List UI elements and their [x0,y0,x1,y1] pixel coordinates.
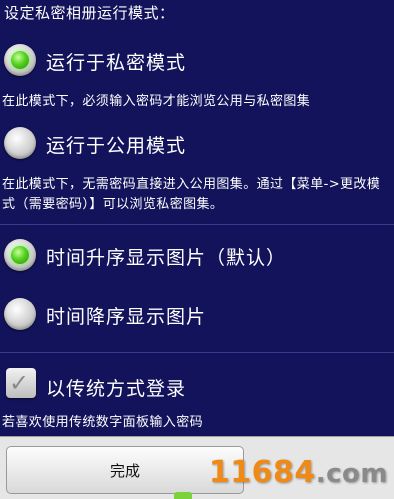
option-label: 运行于私密模式 [46,52,187,74]
checkbox-traditional-login[interactable]: ✓ 以传统方式登录 [0,364,394,408]
settings-screen: 设定私密相册运行模式： 运行于私密模式 在此模式下，必须输入密码才能浏览公用与私… [0,0,394,499]
public-mode-description: 在此模式下，无需密码直接进入公用图集。通过【菜单->更改模式（需要密码）】可以浏… [2,177,381,212]
bottom-accent-indicator [174,492,192,499]
checkbox-hint: 若喜欢使用传统数字面板输入密码 [2,415,204,430]
option-sort-ascending[interactable]: 时间升序显示图片（默认） [0,233,394,277]
radio-button-on-icon[interactable] [4,44,36,76]
option-label: 时间升序显示图片（默认） [46,247,287,269]
checkbox-label: 以传统方式登录 [46,378,187,400]
divider [0,224,394,225]
radio-button-off-icon[interactable] [4,127,36,159]
checkbox-checked-icon[interactable]: ✓ [6,368,36,398]
divider [0,352,394,353]
option-private-mode[interactable]: 运行于私密模式 [0,38,394,82]
radio-button-off-icon[interactable] [4,298,36,330]
option-sort-descending[interactable]: 时间降序显示图片 [0,292,394,336]
section-title: 设定私密相册运行模式： [4,4,175,22]
private-mode-description: 在此模式下，必须输入密码才能浏览公用与私密图集 [2,94,311,109]
option-label: 时间降序显示图片 [46,306,207,328]
button-bar: 完成 11684.com [0,436,394,499]
option-label: 运行于公用模式 [46,135,187,157]
site-watermark: 11684.com [208,455,388,490]
option-public-mode[interactable]: 运行于公用模式 [0,121,394,165]
radio-button-on-icon[interactable] [4,239,36,271]
